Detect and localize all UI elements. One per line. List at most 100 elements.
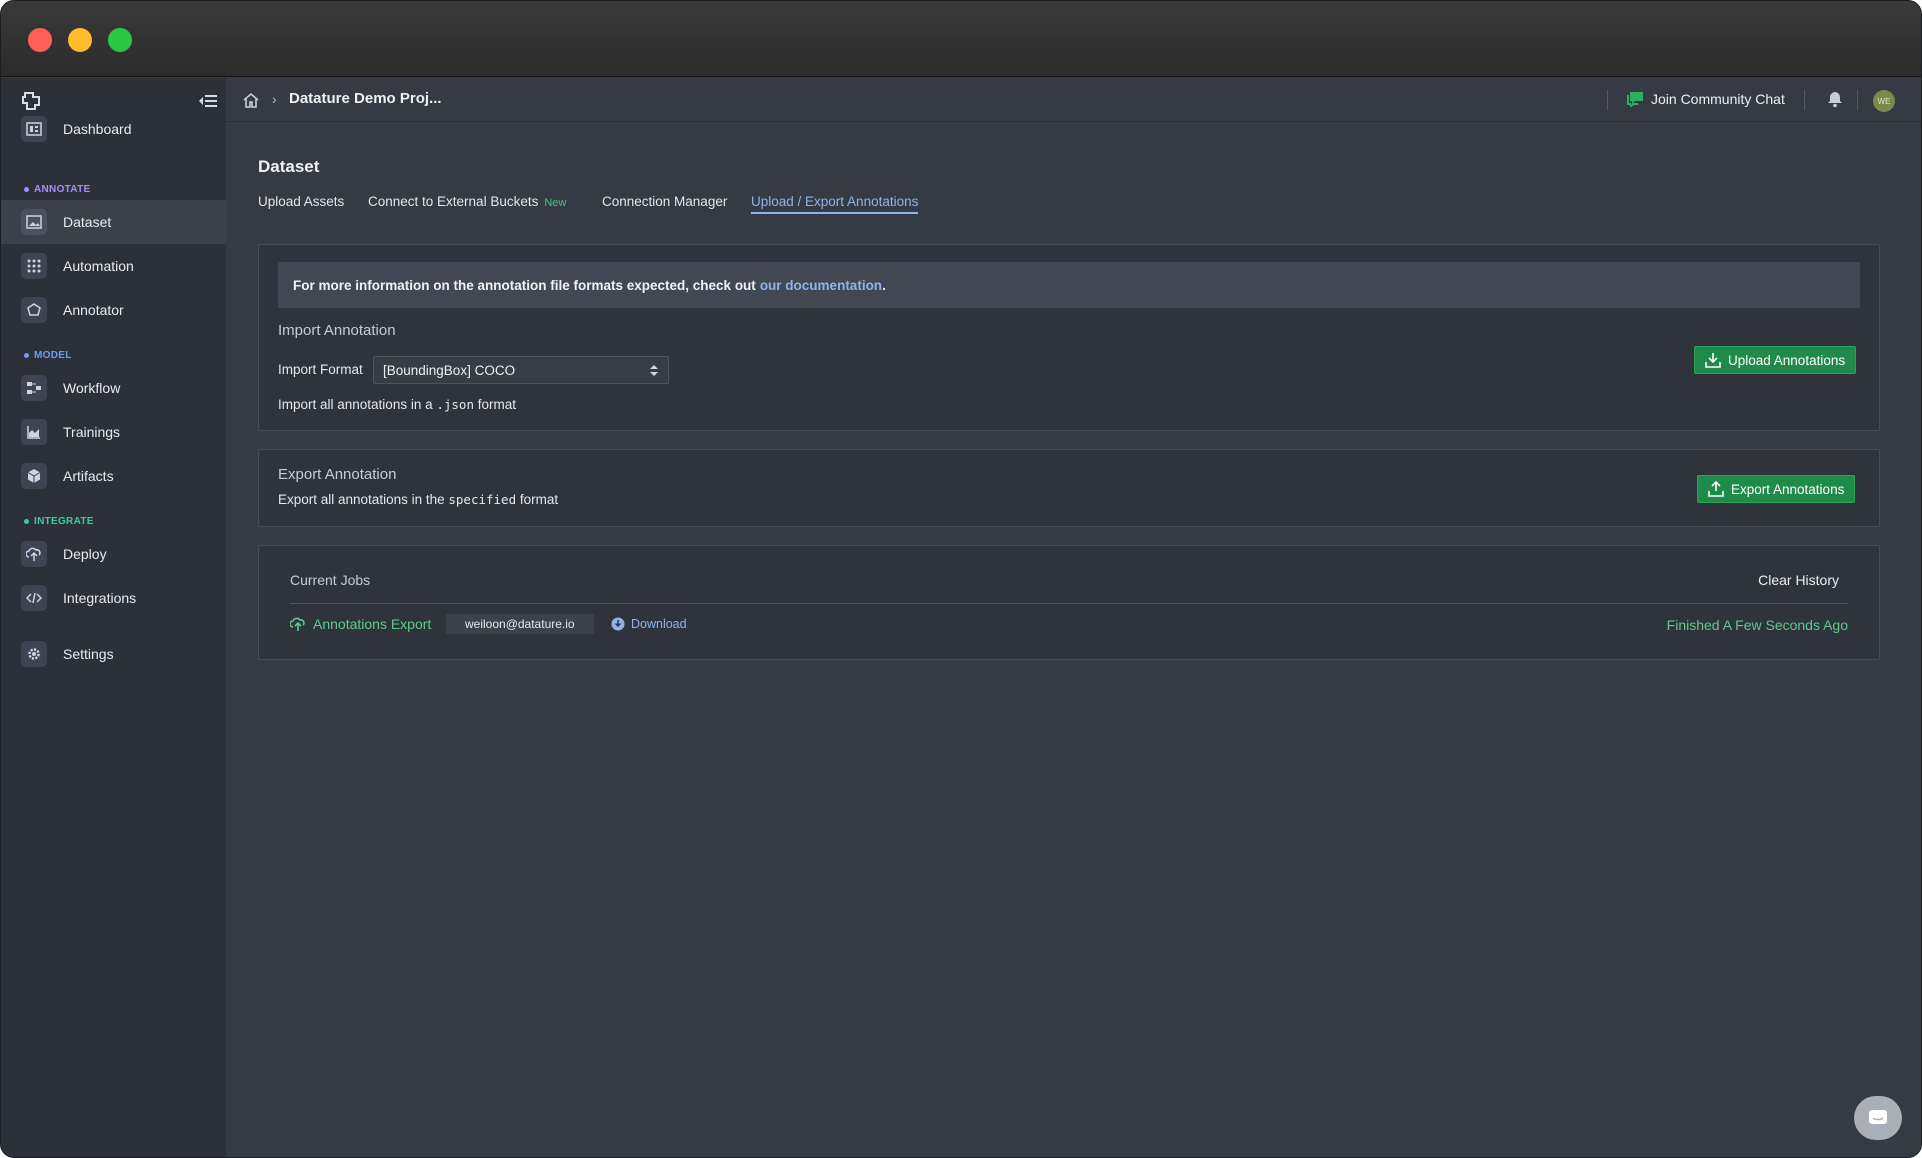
sidebar-item-label: Artifacts — [63, 468, 114, 484]
new-badge: New — [544, 197, 567, 209]
chevron-right-icon: › — [272, 91, 277, 107]
join-community-chat-link[interactable]: Join Community Chat — [1626, 91, 1785, 107]
table-row: Annotations Export weiloon@datature.io D… — [290, 613, 1848, 637]
workflow-icon — [21, 375, 47, 401]
job-status: Finished A Few Seconds Ago — [1666, 617, 1848, 633]
info-text: For more information on the annotation f… — [293, 277, 756, 293]
hint-suffix: format — [477, 397, 517, 412]
divider — [1857, 90, 1858, 110]
breadcrumb-project-title[interactable]: Datature Demo Proj... — [289, 90, 442, 107]
import-format-label: Import Format — [278, 362, 363, 377]
import-hint: Import all annotations in a .json format — [278, 397, 516, 412]
section-label-text: MODEL — [34, 350, 72, 361]
sidebar-item-integrations[interactable]: Integrations — [1, 576, 226, 620]
code-icon — [21, 585, 47, 611]
section-dot — [24, 353, 29, 358]
clear-history-button[interactable]: Clear History — [1758, 572, 1839, 588]
current-jobs-panel: Current Jobs Clear History Annotations E… — [258, 545, 1880, 660]
export-section-title: Export Annotation — [278, 466, 397, 483]
cube-icon — [21, 463, 47, 489]
import-section-title: Import Annotation — [278, 322, 396, 339]
dashboard-icon — [21, 116, 47, 142]
sidebar-item-automation[interactable]: Automation — [1, 244, 226, 288]
current-jobs-title: Current Jobs — [290, 572, 371, 588]
hint-prefix: Export all annotations in the — [278, 492, 445, 507]
job-user-tag: weiloon@datature.io — [446, 614, 594, 634]
tab-connect-external-buckets[interactable]: Connect to External Buckets New — [368, 194, 566, 209]
sidebar-item-dashboard[interactable]: Dashboard — [1, 107, 226, 151]
tab-label: Connect to External Buckets — [368, 194, 539, 209]
tab-connection-manager[interactable]: Connection Manager — [602, 194, 727, 209]
hint-suffix: format — [519, 492, 559, 507]
import-annotation-panel: For more information on the annotation f… — [258, 244, 1880, 431]
select-arrows-icon — [650, 365, 658, 376]
sidebar-item-label: Deploy — [63, 546, 107, 562]
section-label-model: MODEL — [24, 350, 72, 361]
sidebar-item-label: Dashboard — [63, 121, 132, 137]
area-chart-icon — [21, 419, 47, 445]
sidebar-item-dataset[interactable]: Dataset — [1, 200, 226, 244]
chat-bubble-icon — [1869, 1110, 1887, 1124]
tab-upload-export-annotations[interactable]: Upload / Export Annotations — [751, 194, 919, 214]
sidebar-item-label: Automation — [63, 258, 134, 274]
download-tray-icon — [1705, 353, 1721, 368]
support-chat-button[interactable] — [1854, 1096, 1902, 1140]
info-end: . — [882, 277, 886, 293]
documentation-link[interactable]: our documentation — [760, 278, 882, 293]
maximize-window-button[interactable] — [108, 28, 132, 52]
import-format-value: [BoundingBox] COCO — [383, 362, 516, 378]
hint-code: .json — [436, 397, 474, 412]
job-name: Annotations Export — [290, 616, 431, 632]
tab-upload-assets[interactable]: Upload Assets — [258, 194, 344, 209]
cloud-upload-icon — [290, 617, 305, 631]
sidebar-item-label: Annotator — [63, 302, 124, 318]
export-annotations-button[interactable]: Export Annotations — [1697, 475, 1856, 503]
cloud-upload-icon — [21, 541, 47, 567]
sidebar-item-label: Integrations — [63, 590, 137, 606]
sidebar: Dashboard ANNOTATE Dataset Automation An… — [1, 78, 226, 1157]
upload-annotations-button[interactable]: Upload Annotations — [1694, 346, 1857, 374]
sidebar-item-settings[interactable]: Settings — [1, 632, 226, 676]
close-window-button[interactable] — [28, 28, 52, 52]
page-title: Dataset — [258, 157, 320, 176]
download-label: Download — [631, 617, 687, 631]
section-dot — [24, 519, 29, 524]
image-icon — [21, 209, 47, 235]
sidebar-item-deploy[interactable]: Deploy — [1, 532, 226, 576]
export-annotation-panel: Export Annotation Export all annotations… — [258, 449, 1880, 527]
section-label-text: INTEGRATE — [34, 516, 94, 527]
upload-annotations-label: Upload Annotations — [1728, 352, 1846, 368]
download-circle-icon — [611, 617, 625, 631]
import-format-select[interactable]: [BoundingBox] COCO — [373, 356, 669, 384]
hint-code: specified — [448, 492, 517, 507]
job-name-text: Annotations Export — [313, 616, 432, 632]
sidebar-item-annotator[interactable]: Annotator — [1, 288, 226, 332]
avatar[interactable]: WE — [1873, 90, 1895, 112]
home-icon[interactable] — [242, 91, 260, 109]
sidebar-item-artifacts[interactable]: Artifacts — [1, 454, 226, 498]
app-window: Dashboard ANNOTATE Dataset Automation An… — [0, 0, 1922, 1158]
section-label-integrate: INTEGRATE — [24, 516, 94, 527]
sidebar-item-workflow[interactable]: Workflow — [1, 366, 226, 410]
export-hint: Export all annotations in the specified … — [278, 492, 558, 507]
gear-icon — [21, 641, 47, 667]
community-label: Join Community Chat — [1651, 91, 1785, 107]
download-link[interactable]: Download — [611, 617, 687, 631]
section-dot — [24, 187, 29, 192]
minimize-window-button[interactable] — [68, 28, 92, 52]
divider — [1607, 90, 1608, 110]
sidebar-item-label: Trainings — [63, 424, 121, 440]
upload-tray-icon — [1708, 481, 1724, 497]
window-titlebar — [1, 1, 1921, 77]
sidebar-item-label: Workflow — [63, 380, 121, 396]
divider — [1804, 90, 1805, 110]
sidebar-item-trainings[interactable]: Trainings — [1, 410, 226, 454]
bell-icon[interactable] — [1826, 90, 1844, 108]
hint-prefix: Import all annotations in a — [278, 397, 433, 412]
grid-dots-icon — [21, 253, 47, 279]
polygon-icon — [21, 297, 47, 323]
top-bar: › Datature Demo Proj... Join Community C… — [226, 78, 1921, 122]
section-label-text: ANNOTATE — [34, 184, 91, 195]
export-annotations-label: Export Annotations — [1731, 481, 1845, 497]
section-label-annotate: ANNOTATE — [24, 184, 90, 195]
